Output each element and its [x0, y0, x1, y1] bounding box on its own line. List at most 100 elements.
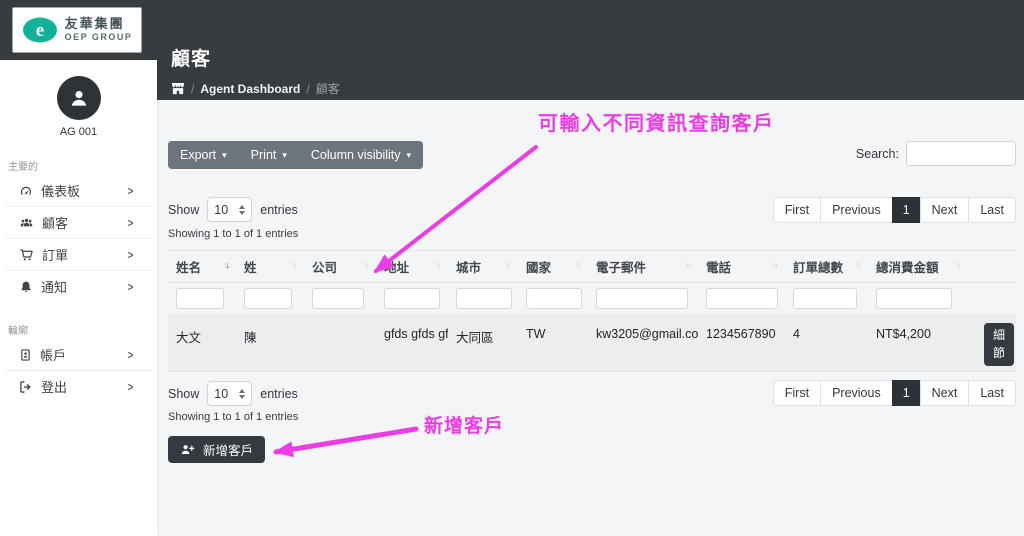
breadcrumb-separator: /: [191, 82, 194, 96]
filter-input-city[interactable]: [456, 288, 512, 309]
chevron-right-icon: >: [128, 248, 134, 262]
brand-name-en: OEP GROUP: [65, 33, 133, 43]
sidebar-section-label: 主要的: [0, 154, 157, 175]
entries-select-value: 10: [214, 387, 228, 401]
filter-input-name[interactable]: [176, 288, 224, 309]
person-plus-icon: [180, 443, 195, 457]
caret-down-icon: ▾: [222, 151, 227, 160]
entries-label: entries: [260, 387, 298, 401]
svg-text:e: e: [35, 20, 43, 41]
column-header-country[interactable]: 國家↑↓: [518, 251, 588, 283]
brand-logo[interactable]: e 友華集團 OEP GROUP: [12, 7, 142, 53]
search-area: Search:: [856, 141, 1016, 166]
chevron-right-icon: >: [128, 280, 134, 294]
cell-email: kw3205@gmail.com: [588, 314, 698, 372]
print-button[interactable]: Print ▾: [239, 141, 299, 169]
chevron-right-icon: >: [128, 184, 134, 198]
avatar[interactable]: [57, 76, 101, 120]
filter-input-phone[interactable]: [706, 288, 778, 309]
store-icon[interactable]: [171, 83, 185, 95]
caret-down-icon: ▾: [282, 151, 287, 160]
entries-select-value: 10: [214, 203, 228, 217]
select-stepper-icon: [239, 205, 245, 215]
page-first-button[interactable]: First: [773, 197, 821, 223]
column-header-total-spent[interactable]: 總消費金額↑↓: [868, 251, 968, 283]
page: e 友華集團 OEP GROUP 顧客 / Agent Dashboard / …: [0, 0, 1024, 536]
sort-icon: ↑↓: [772, 260, 777, 270]
breadcrumb-separator: /: [306, 82, 309, 96]
sidebar-item-orders[interactable]: 訂單 >: [0, 239, 157, 270]
filter-input-total-spent[interactable]: [876, 288, 952, 309]
details-button[interactable]: 細節: [984, 323, 1014, 366]
column-header-email[interactable]: 電子郵件↑↓: [588, 251, 698, 283]
sidebar-item-label: 登出: [41, 377, 67, 396]
cell-name: 大文: [168, 314, 236, 372]
sort-icon: ↑↓: [505, 260, 510, 270]
column-header-surname[interactable]: 姓↑↓: [236, 251, 304, 283]
brand-name-cn: 友華集團: [65, 17, 133, 31]
breadcrumb-current: 顧客: [316, 80, 340, 97]
filter-input-address[interactable]: [384, 288, 440, 309]
add-customer-button[interactable]: 新增客戶: [168, 436, 265, 463]
cell-total-spent: NT$4,200: [868, 314, 968, 372]
sort-icon: ↑↓: [435, 260, 440, 270]
page-next-button[interactable]: Next: [920, 380, 970, 406]
page-number-button[interactable]: 1: [892, 197, 921, 223]
sort-icon: ↑↓: [575, 260, 580, 270]
sidebar-item-customers[interactable]: 顧客 >: [0, 207, 157, 238]
customers-table: 姓名↑↓ 姓↑↓ 公司↑↓ 地址↑↓ 城市↑↓ 國家↑↓ 電子郵件↑↓ 電話↑↓…: [168, 250, 1016, 372]
datatable-buttons: Export ▾ Print ▾ Column visibility ▾: [168, 141, 423, 169]
agent-id-label: AG 001: [0, 126, 157, 138]
column-header-phone[interactable]: 電話↑↓: [698, 251, 785, 283]
filter-input-company[interactable]: [312, 288, 364, 309]
add-customer-label: 新增客戶: [203, 440, 253, 459]
logout-icon: [19, 380, 33, 394]
sort-icon: ↑↓: [291, 260, 296, 270]
show-label: Show: [168, 387, 199, 401]
filter-input-total-orders[interactable]: [793, 288, 857, 309]
search-input[interactable]: [906, 141, 1016, 166]
column-header-actions: [968, 251, 1016, 283]
user-profile: AG 001: [0, 76, 157, 138]
column-header-address[interactable]: 地址↑↓: [376, 251, 448, 283]
page-last-button[interactable]: Last: [968, 197, 1016, 223]
sidebar-item-account[interactable]: 帳戶 >: [0, 339, 157, 370]
id-card-icon: [19, 348, 32, 362]
oep-logo-icon: e: [22, 16, 58, 44]
sidebar-item-dashboard[interactable]: 儀表板 >: [0, 175, 157, 206]
sidebar-item-label: 通知: [41, 277, 67, 296]
page-first-button[interactable]: First: [773, 380, 821, 406]
page-previous-button[interactable]: Previous: [820, 197, 893, 223]
length-menu-top: Show 10 entries: [168, 197, 298, 222]
table-header-row: 姓名↑↓ 姓↑↓ 公司↑↓ 地址↑↓ 城市↑↓ 國家↑↓ 電子郵件↑↓ 電話↑↓…: [168, 251, 1016, 283]
pagination-top: First Previous 1 Next Last: [773, 197, 1016, 223]
entries-select[interactable]: 10: [207, 197, 252, 222]
column-header-name[interactable]: 姓名↑↓: [168, 251, 236, 283]
sort-icon: ↑↓: [685, 260, 690, 270]
column-header-total-orders[interactable]: 訂單總數↑↓: [785, 251, 868, 283]
table-info-top: Showing 1 to 1 of 1 entries: [168, 228, 298, 240]
select-stepper-icon: [239, 389, 245, 399]
sidebar-section-main: 主要的 儀表板 > 顧客 >: [0, 154, 157, 302]
breadcrumb-root[interactable]: Agent Dashboard: [200, 82, 300, 96]
column-header-city[interactable]: 城市↑↓: [448, 251, 518, 283]
page-last-button[interactable]: Last: [968, 380, 1016, 406]
page-previous-button[interactable]: Previous: [820, 380, 893, 406]
person-icon: [68, 87, 90, 109]
filter-input-country[interactable]: [526, 288, 582, 309]
sidebar: AG 001 主要的 儀表板 > 顧客: [0, 60, 157, 536]
column-visibility-button[interactable]: Column visibility ▾: [299, 141, 423, 169]
page-number-button[interactable]: 1: [892, 380, 921, 406]
cell-address: gfds gfds gfds: [376, 314, 448, 372]
sidebar-item-logout[interactable]: 登出 >: [0, 371, 157, 402]
column-header-company[interactable]: 公司↑↓: [304, 251, 376, 283]
sidebar-item-label: 訂單: [42, 245, 68, 264]
pagination-bottom: First Previous 1 Next Last: [773, 380, 1016, 406]
entries-select[interactable]: 10: [207, 381, 252, 406]
sidebar-item-notifications[interactable]: 通知 >: [0, 271, 157, 302]
filter-input-email[interactable]: [596, 288, 688, 309]
page-next-button[interactable]: Next: [920, 197, 970, 223]
page-title: 顧客: [171, 44, 340, 71]
filter-input-surname[interactable]: [244, 288, 292, 309]
export-button[interactable]: Export ▾: [168, 141, 239, 169]
